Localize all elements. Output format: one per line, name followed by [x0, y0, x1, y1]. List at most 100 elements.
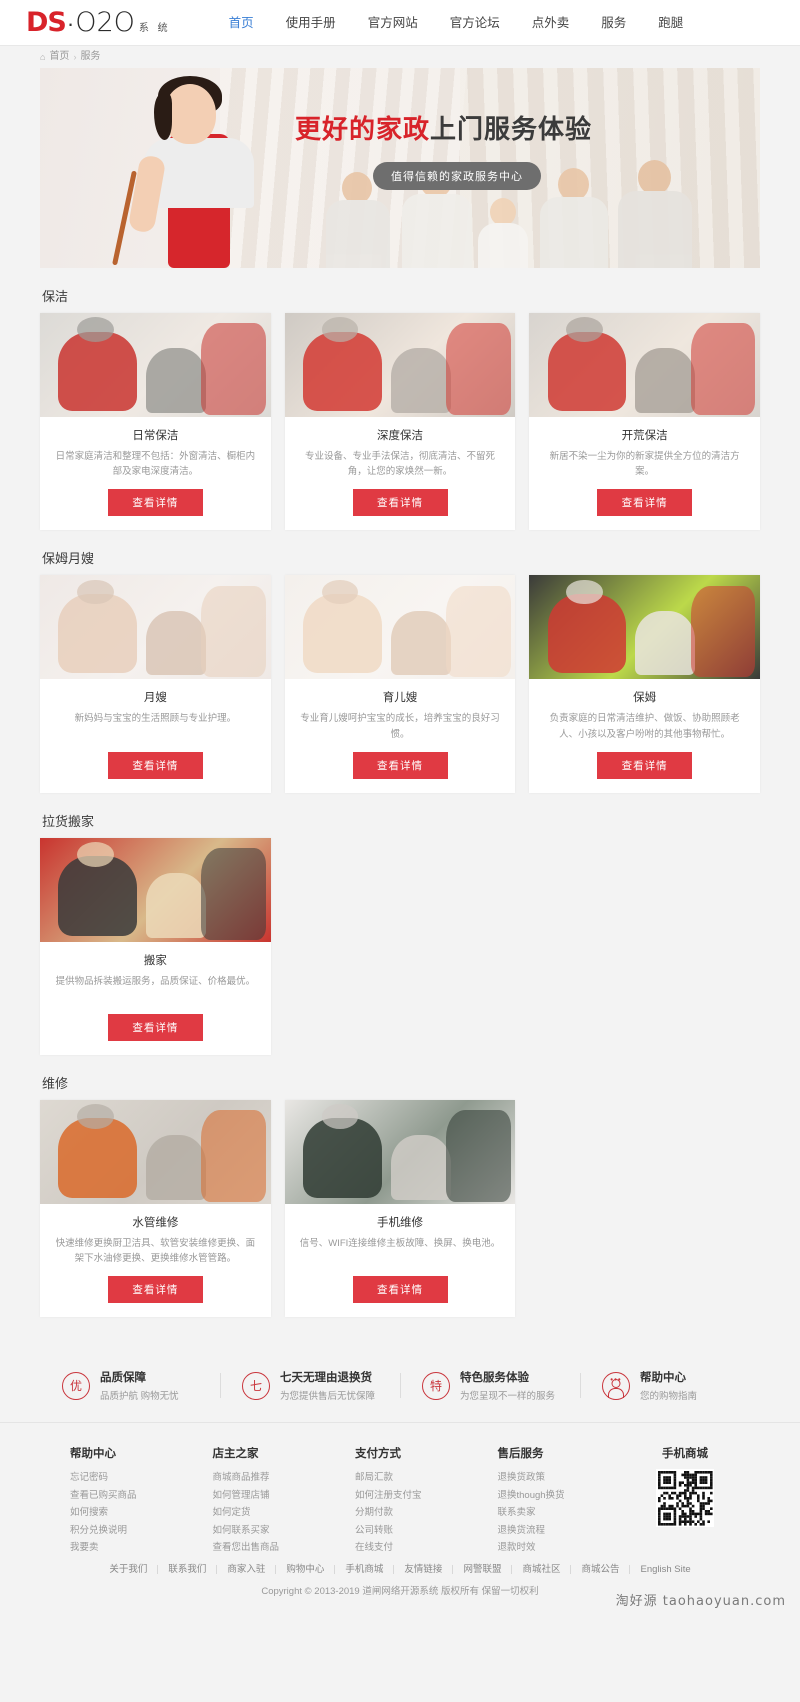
footer-link[interactable]: 查看已购买商品: [70, 1487, 183, 1505]
logo-text-system: 系 统: [138, 23, 171, 34]
trust-item-3: ••• 帮助中心 您的购物指南: [580, 1369, 760, 1402]
section-title: 保姆月嫂: [42, 551, 95, 567]
qr-code-icon: [656, 1469, 714, 1528]
trust-badge-icon: 七: [242, 1371, 270, 1400]
watermark: 淘好源 taohaoyuan.com: [615, 1594, 786, 1610]
service-card-title: 日常保洁: [132, 430, 179, 442]
view-detail-button[interactable]: 查看详情: [597, 489, 693, 517]
view-detail-button[interactable]: 查看详情: [352, 1276, 448, 1304]
footer-link[interactable]: 邮局汇款: [355, 1469, 468, 1487]
service-card-image: [529, 575, 761, 680]
section-title: 拉货搬家: [42, 813, 95, 829]
view-detail-button[interactable]: 查看详情: [107, 751, 203, 779]
footer-link[interactable]: 忘记密码: [70, 1469, 183, 1487]
service-card[interactable]: 水管维修 快速维修更换厨卫洁具、软管安装维修更换、面架下水油修更换、更换维修水管管…: [40, 1099, 271, 1318]
bottom-link-6[interactable]: 网警联盟: [453, 1565, 513, 1575]
footer-link[interactable]: 商城商品推荐: [213, 1469, 326, 1487]
trust-text: 帮助中心 您的购物指南: [640, 1369, 697, 1402]
service-card-title: 手机维修: [377, 1216, 423, 1229]
footer-column-3: 售后服务退换货政策 退换though换货 联系卖家 退换货流程 退款时效: [468, 1445, 611, 1557]
view-detail-button[interactable]: 查看详情: [107, 1276, 203, 1304]
service-card-body: 水管维修 快速维修更换厨卫洁具、软管安装维修更换、面架下水油修更换、更换维修水管管…: [40, 1204, 271, 1266]
service-card[interactable]: 深度保洁 专业设备、专业手法保洁，彻底清洁、不留死角，让您的家焕然一新。 查看详情: [284, 313, 516, 531]
service-card[interactable]: 搬家 提供物品拆装搬运服务，品质保证、价格最优。查看详情: [40, 837, 271, 1055]
trust-subtitle: 为您提供售后无忧保障: [280, 1391, 376, 1403]
service-card[interactable]: 月嫂 新妈妈与宝宝的生活照顾与专业护理。 查看详情: [40, 575, 271, 793]
footer-link[interactable]: 退换货政策: [498, 1469, 611, 1487]
service-card-body: 手机维修 信号、WIFI连接维修主板故障、换屏、换电池。: [285, 1204, 516, 1266]
bottom-link-1[interactable]: 联系我们: [158, 1565, 218, 1575]
footer-link[interactable]: 积分兑换说明: [70, 1522, 183, 1540]
footer-link[interactable]: 如何管理店铺: [213, 1487, 326, 1505]
footer-link[interactable]: 如何联系买家: [213, 1522, 326, 1540]
footer-link[interactable]: 如何搜索: [70, 1504, 183, 1522]
footer-bottom-links: 关于我们 联系我们 商家入驻 购物中心 手机商城 友情链接 网警联盟 商城社区 商城公告 Engl…: [20, 1565, 780, 1575]
bottom-link-4[interactable]: 手机商城: [335, 1565, 395, 1575]
service-card[interactable]: 手机维修 信号、WIFI连接维修主板故障、换屏、换电池。查看详情: [284, 1099, 516, 1318]
nav-item-1[interactable]: 使用手册: [270, 0, 352, 46]
nav-item-3[interactable]: 官方论坛: [434, 0, 516, 46]
bottom-link-9[interactable]: English Site: [630, 1565, 700, 1575]
service-card-description: 新妈妈与宝宝的生活照顾与专业护理。: [74, 713, 237, 725]
view-detail-button[interactable]: 查看详情: [597, 751, 693, 779]
service-card-image: [40, 313, 271, 417]
service-section-2: 拉货搬家搬家 提供物品拆装搬运服务，品质保证、价格最优。查看详情: [40, 793, 760, 1055]
service-card[interactable]: 开荒保洁 新居不染一尘为你的新家提供全方位的清洁方案。 查看详情: [529, 313, 761, 531]
nav-item-0[interactable]: 首页: [213, 0, 270, 46]
footer-link[interactable]: 分期付款: [355, 1504, 468, 1522]
bottom-link-3[interactable]: 购物中心: [276, 1565, 336, 1575]
footer-link[interactable]: 我要卖: [70, 1539, 183, 1557]
view-detail-button[interactable]: 查看详情: [107, 489, 203, 517]
card-spacer: [529, 1100, 760, 1317]
bottom-link-5[interactable]: 友情链接: [394, 1565, 454, 1575]
service-card-body: 日常保洁日常家庭清洁和整理不包括：外窗清洁、橱柜内部及家电深度清洁。: [40, 417, 271, 479]
footer-link[interactable]: 如何定货: [213, 1504, 326, 1522]
service-card-body: 搬家 提供物品拆装搬运服务，品质保证、价格最优。: [40, 942, 271, 1004]
service-card-body: 育儿嫂 专业育儿嫂呵护宝宝的成长，培养宝宝的良好习惯。: [285, 679, 516, 741]
bottom-link-7[interactable]: 商城社区: [512, 1565, 572, 1575]
service-card-title: 搬家: [143, 954, 167, 967]
nav-item-5[interactable]: 服务: [585, 0, 642, 46]
trust-subtitle: 为您呈现不一样的服务: [460, 1391, 556, 1403]
service-card[interactable]: 育儿嫂 专业育儿嫂呵护宝宝的成长，培养宝宝的良好习惯。查看详情: [284, 575, 516, 793]
bottom-link-2[interactable]: 商家入驻: [217, 1565, 277, 1575]
view-detail-button[interactable]: 查看详情: [107, 1013, 203, 1041]
bottom-link-0[interactable]: 关于我们: [99, 1565, 159, 1575]
nav-item-2[interactable]: 官方网站: [352, 0, 434, 46]
footer-column-title: 支付方式: [355, 1448, 401, 1461]
service-card-image: [529, 313, 761, 417]
footer-link[interactable]: 退换货流程: [498, 1522, 611, 1540]
bottom-link-8[interactable]: 商城公告: [571, 1565, 631, 1575]
service-card-description: 日常家庭清洁和整理不包括：外窗清洁、橱柜内部及家电深度清洁。: [55, 451, 256, 478]
footer-link[interactable]: 如何注册支付宝: [355, 1487, 468, 1505]
footer-link[interactable]: 联系卖家: [498, 1504, 611, 1522]
service-card-row: 水管维修 快速维修更换厨卫洁具、软管安装维修更换、面架下水油修更换、更换维修水管管…: [40, 1099, 760, 1318]
service-card[interactable]: 日常保洁日常家庭清洁和整理不包括：外窗清洁、橱柜内部及家电深度清洁。 查看详情: [40, 313, 271, 531]
footer-column-title: 售后服务: [497, 1448, 544, 1461]
site-logo[interactable]: DS · O2O 系 统: [26, 7, 171, 38]
footer-column-0: 帮助中心忘记密码 查看已购买商品 如何搜索 积分兑换说明 我要卖: [40, 1445, 183, 1557]
service-card-row: 日常保洁 日常家庭清洁和整理不包括：外窗清洁、橱柜内部及家电深度清洁。 查看详情 深度…: [40, 313, 761, 531]
breadcrumb-bar: ⌂ 首页 › 服务: [0, 46, 800, 68]
nav-item-4[interactable]: 点外卖: [516, 0, 586, 46]
trust-text: 特色服务体验 为您呈现不一样的服务: [460, 1369, 555, 1402]
nav-item-6[interactable]: 跑腿: [642, 0, 699, 46]
main-navigation: 首页 使用手册 官方网站 官方论坛 点外卖 服务 跑腿: [213, 0, 700, 46]
footer-link[interactable]: 退换though换货: [498, 1487, 611, 1505]
footer-link[interactable]: 公司转账: [355, 1522, 468, 1540]
footer-link[interactable]: 退款时效: [498, 1539, 611, 1557]
breadcrumb-home-link[interactable]: 首页: [49, 46, 69, 68]
service-card-title: 育儿嫂: [382, 692, 418, 705]
footer-link[interactable]: 在线支付: [355, 1539, 468, 1557]
view-detail-button[interactable]: 查看详情: [352, 489, 448, 517]
footer-link[interactable]: 查看您出售商品: [213, 1539, 326, 1557]
banner-title-highlight: 更好的家政: [295, 114, 431, 144]
trust-title: 品质保障: [100, 1372, 146, 1385]
service-card[interactable]: 保姆 负责家庭的日常清洁维护、做饭、协助照顾老人、小孩以及客户吩咐的其他事物帮忙。…: [529, 575, 761, 793]
service-section-3: 维修 水管维修 快速维修更换厨卫洁具、软管安装维修更换、面架下水油修更换、更换维修水…: [40, 1055, 760, 1318]
footer-qr-title: 手机商城: [662, 1448, 708, 1461]
banner-copy: 更好的家政上门服务体验 值得信赖的家政服务中心: [295, 116, 760, 190]
breadcrumb-current: 服务: [80, 51, 101, 62]
view-detail-button[interactable]: 查看详情: [352, 751, 448, 779]
footer-column-title: 帮助中心: [70, 1448, 116, 1461]
